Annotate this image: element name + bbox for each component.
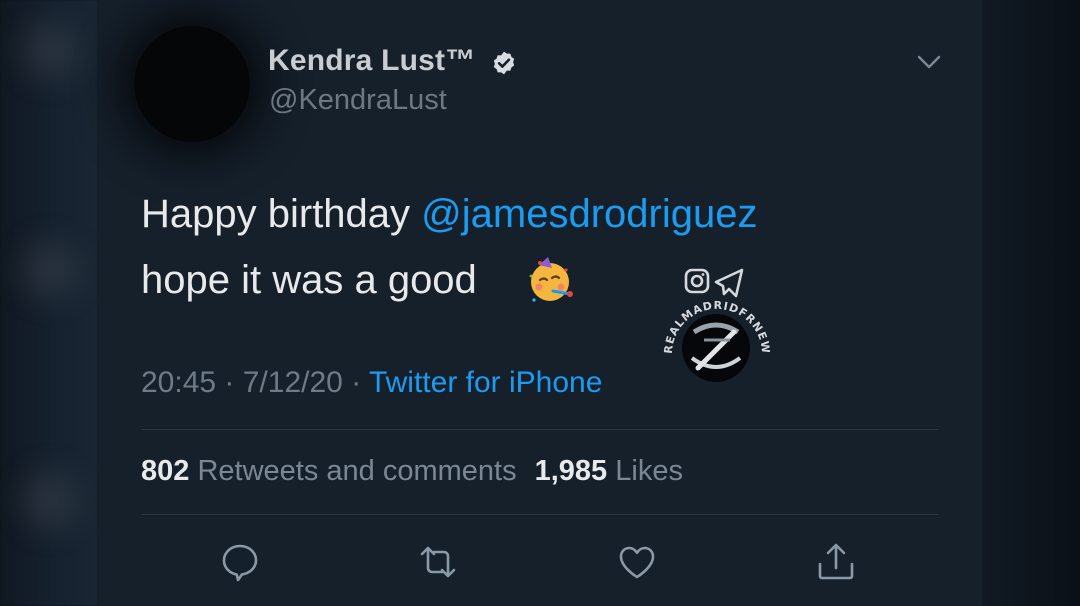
blurred-shape [20,470,80,530]
partying-face-icon [529,257,573,302]
likes-count: 1,985 [534,455,608,487]
display-name[interactable]: Kendra Lust™ [268,44,475,78]
retweets-label: Retweets and comments [197,455,517,487]
chevron-down-icon[interactable] [916,52,942,72]
blurred-background-right [982,0,1080,606]
divider [141,429,939,430]
avatar[interactable] [134,26,250,142]
likes-label: Likes [615,455,683,487]
blurred-shape [20,240,80,300]
meta-separator: · [216,366,243,399]
retweets-stat[interactable]: 802 Retweets and comments [141,455,517,487]
blurred-background-left [0,0,98,606]
tweet-meta: 20:45 · 7/12/20 · Twitter for iPhone [141,366,602,400]
telegram-icon [714,268,744,298]
tweet-card: Kendra Lust™ @KendraLust Happy birthday … [98,0,982,606]
watermark-logo: REALMADRIDFRNEWS [658,262,770,382]
tweet-stats: 802 Retweets and comments 1,985 Likes [141,455,683,488]
retweets-count: 802 [141,455,190,487]
blurred-shape [20,20,80,80]
retweet-icon[interactable] [416,540,460,584]
verified-badge-icon [493,51,515,75]
share-icon[interactable] [814,540,858,584]
tweet-source-link[interactable]: Twitter for iPhone [369,366,602,399]
tweet-text: Happy birthday [141,192,422,236]
heart-icon[interactable] [615,540,659,584]
mention-link[interactable]: @jamesdrodriguez [421,192,757,236]
instagram-icon [684,268,710,294]
user-handle[interactable]: @KendraLust [269,84,447,117]
tweet-date[interactable]: 7/12/20 [243,366,343,399]
tweet-time: 20:45 [141,366,217,399]
likes-stat[interactable]: 1,985 Likes [535,455,683,487]
tweet-text-line-1: Happy birthday @jamesdrodriguez [141,192,757,237]
tweet-text-line-2: hope it was a good [141,258,477,302]
reply-icon[interactable] [218,540,262,584]
divider [141,514,939,515]
meta-separator: · [342,366,369,399]
